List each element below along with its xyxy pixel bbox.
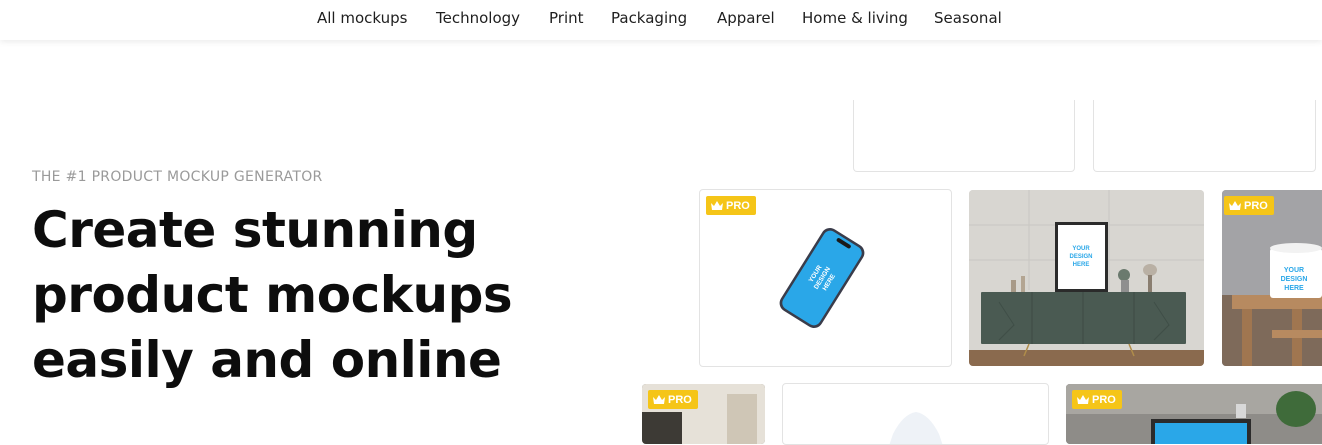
mockup-card-mug[interactable]: YOUR DESIGN HERE PRO — [1222, 190, 1322, 366]
mockup-card-bottom-2[interactable] — [782, 383, 1049, 445]
nav-item-print[interactable]: Print — [549, 9, 584, 27]
svg-text:YOUR: YOUR — [1284, 267, 1304, 274]
pro-badge: PRO — [1072, 390, 1122, 409]
svg-text:YOUR: YOUR — [1072, 246, 1090, 252]
pro-badge-label: PRO — [1092, 393, 1116, 406]
pro-badge: PRO — [1224, 196, 1274, 215]
mockup-card-bottom-1[interactable]: PRO — [642, 384, 765, 444]
crown-icon — [711, 201, 723, 210]
nav-item-home-living[interactable]: Home & living — [802, 9, 908, 27]
mockup-card-iphone[interactable]: PRO YOUR DESIGN HERE — [699, 189, 952, 367]
mockup-card-top-1[interactable] — [853, 100, 1075, 172]
crown-icon — [653, 395, 665, 404]
frame-mockup-image: YOUR DESIGN HERE — [969, 190, 1204, 366]
hero-eyebrow: THE #1 PRODUCT MOCKUP GENERATOR — [32, 169, 323, 185]
phone-mockup-image: YOUR DESIGN HERE — [779, 227, 865, 329]
category-nav: All mockups Technology Print Packaging A… — [0, 0, 1322, 40]
pro-badge-label: PRO — [668, 393, 692, 406]
crown-icon — [1229, 201, 1241, 210]
svg-text:HERE: HERE — [1073, 262, 1090, 268]
svg-text:DESIGN: DESIGN — [1281, 276, 1308, 283]
mockup-card-top-2[interactable] — [1093, 100, 1316, 172]
svg-text:HERE: HERE — [1284, 285, 1304, 292]
mockup-card-frame-sideboard[interactable]: YOUR DESIGN HERE — [969, 190, 1204, 366]
nav-item-seasonal[interactable]: Seasonal — [934, 9, 1002, 27]
svg-text:DESIGN: DESIGN — [1069, 254, 1092, 260]
nav-item-all-mockups[interactable]: All mockups — [317, 9, 407, 27]
hero-headline: Create stunning product mockups easily a… — [32, 201, 513, 389]
pro-badge-label: PRO — [1244, 199, 1268, 212]
pro-badge-label: PRO — [726, 199, 750, 212]
pro-badge: PRO — [648, 390, 698, 409]
pro-badge: PRO — [706, 196, 756, 215]
nav-item-apparel[interactable]: Apparel — [717, 9, 775, 27]
mug-mockup-image: YOUR DESIGN HERE — [1222, 190, 1322, 366]
nav-item-technology[interactable]: Technology — [436, 9, 520, 27]
crown-icon — [1077, 395, 1089, 404]
mockup-card-bottom-3[interactable]: PRO — [1066, 384, 1322, 444]
nav-item-packaging[interactable]: Packaging — [611, 9, 687, 27]
apparel-mockup-image — [889, 412, 943, 444]
